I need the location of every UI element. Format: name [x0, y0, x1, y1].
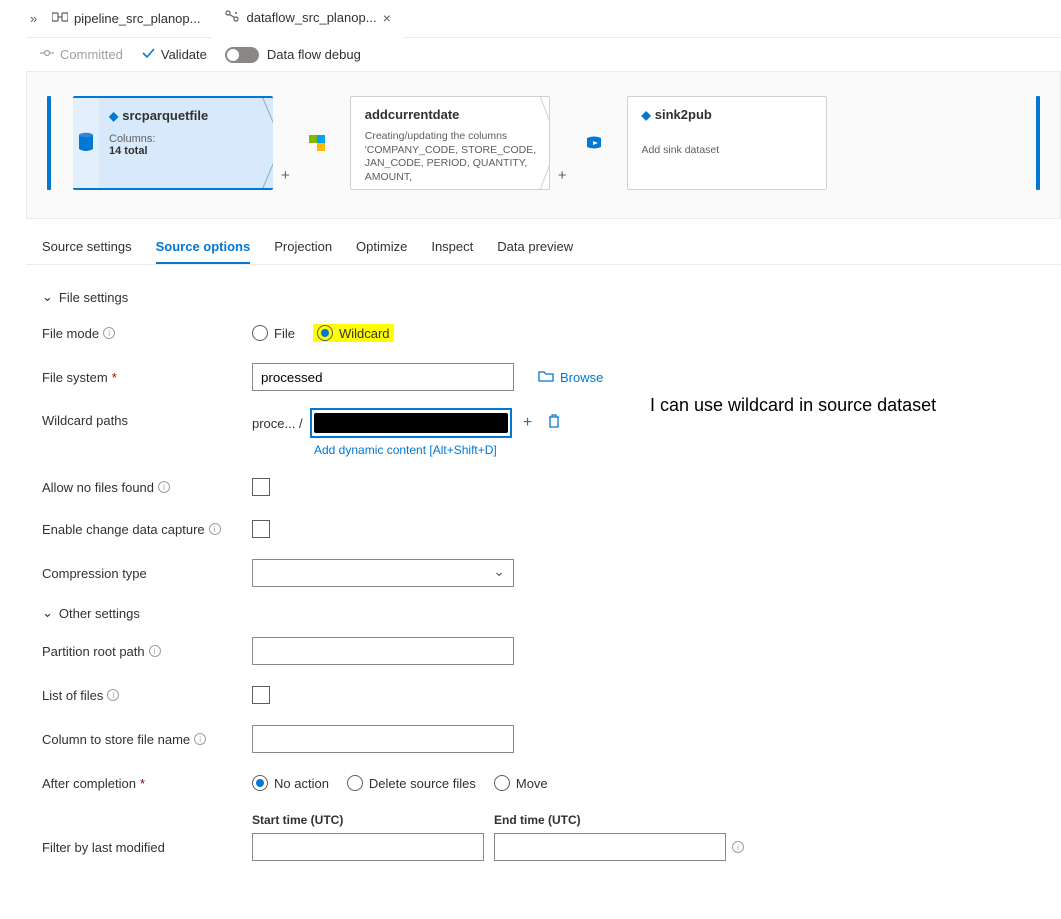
info-icon[interactable]: i [732, 841, 744, 853]
info-icon[interactable]: i [194, 733, 206, 745]
transform-icon [306, 132, 328, 154]
tab-pipeline-label: pipeline_src_planop... [74, 11, 200, 26]
chevron-down-icon: ⌄ [42, 605, 53, 621]
sink-arrow-icon [583, 132, 605, 154]
wildcard-path-input[interactable] [311, 409, 511, 437]
compression-select[interactable] [252, 559, 514, 587]
tab-source-options[interactable]: Source options [156, 239, 251, 264]
tab-dataflow-label: dataflow_src_planop... [246, 10, 376, 25]
after-completion-noaction-radio[interactable]: No action [252, 775, 329, 791]
sink-icon: ◆ [642, 108, 651, 122]
pipeline-icon [52, 10, 68, 27]
browse-button[interactable]: Browse [538, 369, 603, 386]
start-time-input[interactable] [252, 833, 484, 861]
start-time-label: Start time (UTC) [252, 813, 484, 827]
after-completion-delete-radio[interactable]: Delete source files [347, 775, 476, 791]
user-annotation: I can use wildcard in source dataset [650, 395, 936, 416]
tab-optimize[interactable]: Optimize [356, 239, 407, 264]
add-path-button[interactable]: + [519, 414, 537, 432]
editor-tabs-bar: » pipeline_src_planop... dataflow_src_pl… [26, 0, 1061, 38]
tab-pipeline[interactable]: pipeline_src_planop... [40, 0, 212, 38]
info-icon[interactable]: i [209, 523, 221, 535]
file-mode-wildcard-radio[interactable]: Wildcard [313, 324, 394, 342]
validate-button[interactable]: Validate [141, 46, 207, 63]
info-icon[interactable]: i [107, 689, 119, 701]
node-connector-icon [539, 96, 550, 190]
column-store-filename-input[interactable] [252, 725, 514, 753]
tabs-overflow-icon[interactable]: » [26, 11, 40, 26]
node-derived-column[interactable]: addcurrentdate Creating/updating the col… [350, 96, 550, 190]
add-step-button[interactable]: + [558, 167, 567, 190]
source-options-form: ⌄ File settings File modei File Wildcard… [26, 265, 1061, 919]
chevron-down-icon: ⌄ [42, 289, 53, 305]
end-time-label: End time (UTC) [494, 813, 744, 827]
list-of-files-checkbox[interactable] [252, 686, 270, 704]
source-db-icon [77, 131, 95, 156]
committed-status: Committed [40, 46, 123, 63]
file-mode-file-radio[interactable]: File [252, 325, 295, 341]
canvas-left-edge [47, 96, 51, 190]
dataflow-icon [224, 9, 240, 26]
tab-data-preview[interactable]: Data preview [497, 239, 573, 264]
add-step-button[interactable]: + [281, 167, 290, 190]
tab-inspect[interactable]: Inspect [431, 239, 473, 264]
check-icon [141, 46, 155, 63]
node-connector-icon [261, 96, 273, 190]
debug-toggle[interactable] [225, 47, 259, 63]
wildcard-prefix: proce... / [252, 416, 303, 431]
file-system-input[interactable] [252, 363, 514, 391]
node-sink[interactable]: ◆sink2pub Add sink dataset [627, 96, 827, 190]
debug-label: Data flow debug [267, 47, 361, 62]
commit-icon [40, 46, 54, 63]
info-icon[interactable]: i [149, 645, 161, 657]
redacted-content [314, 413, 508, 433]
info-icon[interactable]: i [158, 481, 170, 493]
dataflow-canvas: ◆srcparquetfile Columns: 14 total + addc… [26, 71, 1061, 219]
folder-icon [538, 369, 554, 386]
tab-source-settings[interactable]: Source settings [42, 239, 132, 264]
info-icon[interactable]: i [103, 327, 115, 339]
delete-path-button[interactable] [545, 413, 563, 434]
add-dynamic-content-link[interactable]: Add dynamic content [Alt+Shift+D] [314, 443, 563, 457]
tab-dataflow[interactable]: dataflow_src_planop... × [212, 0, 402, 38]
allow-no-files-checkbox[interactable] [252, 478, 270, 496]
file-settings-section[interactable]: ⌄ File settings [42, 289, 1045, 305]
end-time-input[interactable] [494, 833, 726, 861]
after-completion-move-radio[interactable]: Move [494, 775, 548, 791]
node-source[interactable]: ◆srcparquetfile Columns: 14 total [73, 96, 273, 190]
dataflow-toolbar: Committed Validate Data flow debug [26, 38, 1061, 71]
parquet-icon: ◆ [109, 109, 118, 123]
close-icon[interactable]: × [383, 10, 391, 26]
tab-projection[interactable]: Projection [274, 239, 332, 264]
source-config-tabs: Source settings Source options Projectio… [26, 219, 1061, 265]
enable-cdc-checkbox[interactable] [252, 520, 270, 538]
canvas-right-edge [1036, 96, 1040, 190]
other-settings-section[interactable]: ⌄ Other settings [42, 605, 1045, 621]
partition-root-input[interactable] [252, 637, 514, 665]
